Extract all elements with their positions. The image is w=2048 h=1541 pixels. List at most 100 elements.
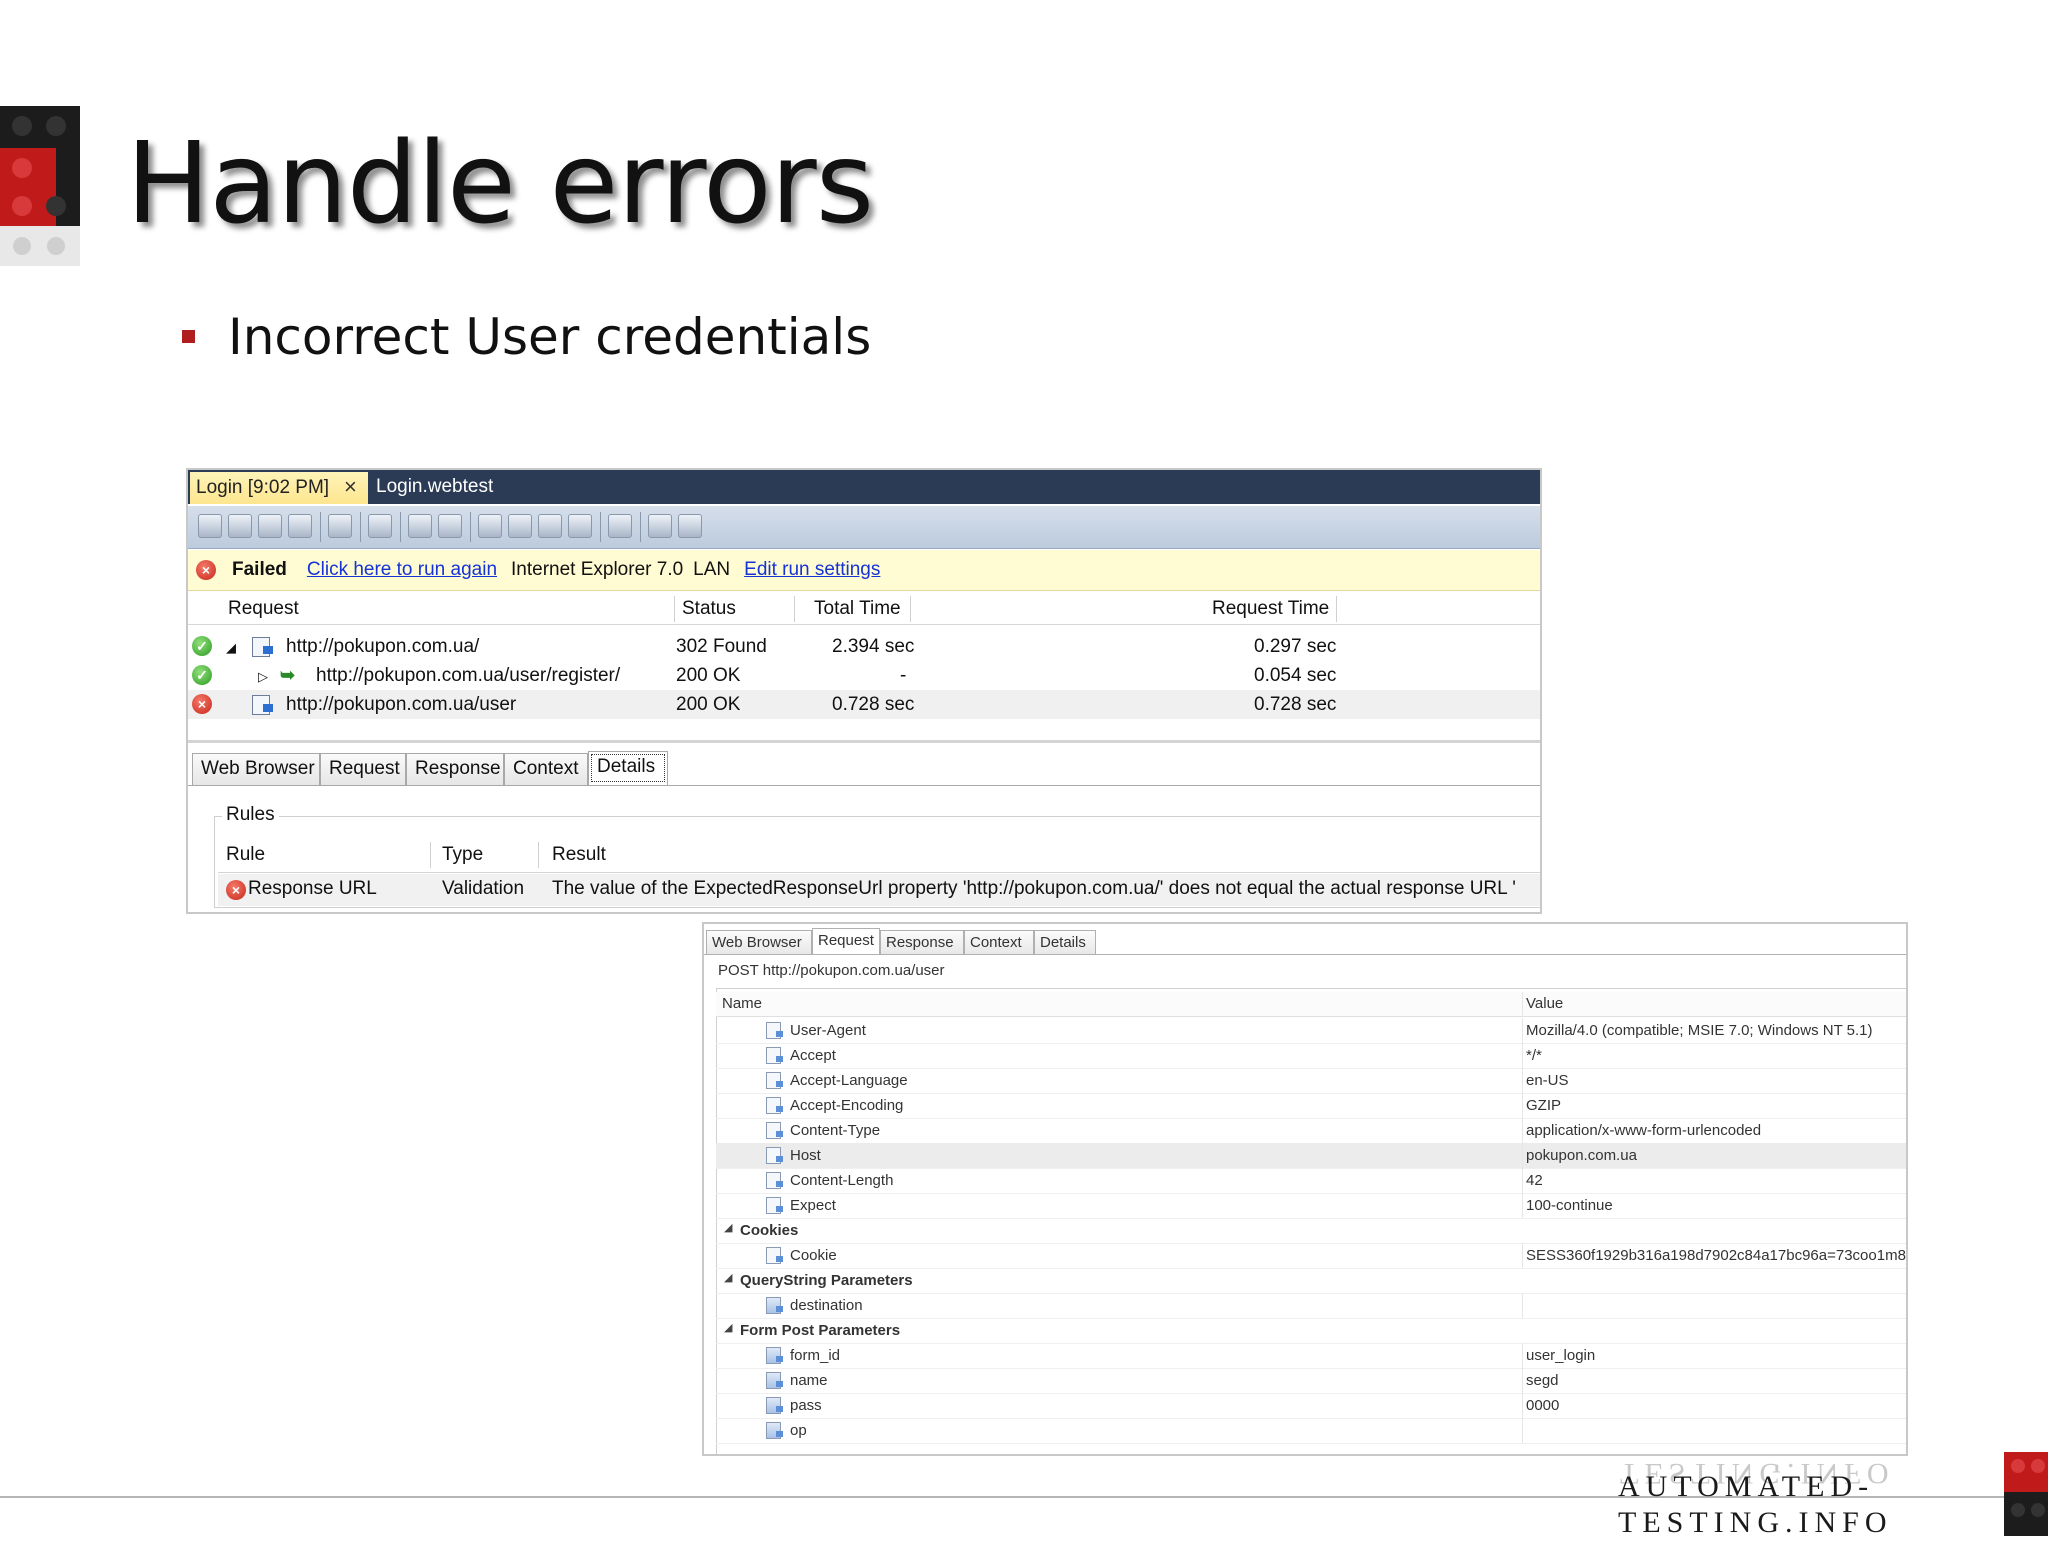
network-label: LAN bbox=[693, 559, 731, 580]
expand-icon[interactable] bbox=[408, 514, 432, 538]
collapse-arrow-icon[interactable]: ◢ bbox=[724, 1321, 732, 1334]
header-value: Mozilla/4.0 (compatible; MSIE 7.0; Windo… bbox=[1526, 1022, 1873, 1039]
group-querystring[interactable]: ◢ QueryString Parameters bbox=[716, 1268, 1906, 1294]
close-icon[interactable]: × bbox=[344, 474, 357, 500]
edit-run-settings-link[interactable]: Edit run settings bbox=[744, 559, 880, 581]
cookie-name: Cookie bbox=[790, 1247, 837, 1264]
slide-title: Handle errors bbox=[126, 119, 874, 249]
table-row[interactable]: ✓ ▷ ➥ http://pokupon.com.ua/user/registe… bbox=[188, 661, 1540, 690]
request-url: http://pokupon.com.ua/ bbox=[286, 636, 480, 657]
browser-label: Internet Explorer 7.0 bbox=[511, 559, 684, 580]
step-icon[interactable] bbox=[228, 514, 252, 538]
tab-context[interactable]: Context bbox=[504, 753, 588, 785]
passed-icon: ✓ bbox=[192, 636, 212, 656]
parameterize-icon[interactable] bbox=[678, 514, 702, 538]
tab-request[interactable]: Request bbox=[320, 753, 406, 785]
list-item[interactable]: Content-Type application/x-www-form-urle… bbox=[716, 1118, 1906, 1144]
list-item[interactable]: op bbox=[716, 1418, 1906, 1444]
tab-web-browser[interactable]: Web Browser bbox=[706, 930, 812, 954]
collapse-arrow-icon[interactable]: ◢ bbox=[226, 640, 236, 656]
request-time: 0.297 sec bbox=[1254, 636, 1337, 657]
run-icon[interactable] bbox=[198, 514, 222, 538]
tab-request[interactable]: Request bbox=[812, 928, 880, 955]
list-item[interactable]: destination bbox=[716, 1293, 1906, 1319]
tab-context[interactable]: Context bbox=[964, 930, 1034, 954]
timer-icon[interactable] bbox=[368, 514, 392, 538]
tab-login-result[interactable]: Login [9:02 PM] bbox=[190, 472, 368, 504]
pause-icon[interactable] bbox=[258, 514, 282, 538]
import-icon[interactable] bbox=[538, 514, 562, 538]
table-row[interactable]: × Response URL Validation The value of t… bbox=[218, 874, 1540, 906]
find-next-icon[interactable] bbox=[508, 514, 532, 538]
rule-result: The value of the ExpectedResponseUrl pro… bbox=[552, 878, 1516, 899]
list-item[interactable]: Host pokupon.com.ua bbox=[716, 1143, 1906, 1169]
list-item[interactable]: pass 0000 bbox=[716, 1393, 1906, 1419]
request-total-time: - bbox=[900, 665, 907, 686]
column-result[interactable]: Result bbox=[552, 844, 606, 866]
param-name: op bbox=[790, 1422, 807, 1439]
collapse-arrow-icon[interactable]: ◢ bbox=[724, 1221, 732, 1234]
parameter-icon bbox=[766, 1297, 783, 1314]
header-name: Accept-Encoding bbox=[790, 1097, 904, 1114]
column-status[interactable]: Status bbox=[682, 598, 736, 620]
export-icon[interactable] bbox=[568, 514, 592, 538]
list-item[interactable]: Accept-Language en-US bbox=[716, 1068, 1906, 1094]
header-doc-icon bbox=[766, 1122, 783, 1139]
table-row[interactable]: × http://pokupon.com.ua/user 200 OK 0.72… bbox=[188, 690, 1540, 719]
list-item[interactable]: Cookie SESS360f1929b316a198d7902c84a17bc… bbox=[716, 1243, 1906, 1269]
header-doc-icon bbox=[766, 1072, 783, 1089]
header-doc-icon bbox=[766, 1197, 783, 1214]
lego-corner-icon bbox=[2004, 1452, 2048, 1536]
rules-grid-header: Rule Type Result bbox=[218, 840, 1540, 873]
tab-login-webtest[interactable]: Login.webtest bbox=[376, 476, 493, 498]
stop-icon[interactable] bbox=[288, 514, 312, 538]
list-item[interactable]: Content-Length 42 bbox=[716, 1168, 1906, 1194]
collapse-icon[interactable] bbox=[438, 514, 462, 538]
find-icon[interactable] bbox=[478, 514, 502, 538]
tab-response[interactable]: Response bbox=[880, 930, 964, 954]
param-name: form_id bbox=[790, 1347, 841, 1364]
edit-icon[interactable] bbox=[328, 514, 352, 538]
list-item[interactable]: User-Agent Mozilla/4.0 (compatible; MSIE… bbox=[716, 1018, 1906, 1044]
group-form-post[interactable]: ◢ Form Post Parameters bbox=[716, 1318, 1906, 1344]
collapse-arrow-icon[interactable]: ◢ bbox=[724, 1271, 732, 1284]
list-item[interactable]: Accept-Encoding GZIP bbox=[716, 1093, 1906, 1119]
column-total-time[interactable]: Total Time bbox=[814, 598, 901, 620]
request-total-time: 0.728 sec bbox=[832, 694, 915, 715]
parameter-icon bbox=[766, 1347, 783, 1364]
column-request-time[interactable]: Request Time bbox=[1212, 598, 1329, 620]
column-request[interactable]: Request bbox=[228, 598, 299, 620]
column-value[interactable]: Value bbox=[1526, 995, 1563, 1012]
tab-response[interactable]: Response bbox=[406, 753, 504, 785]
list-item[interactable]: name segd bbox=[716, 1368, 1906, 1394]
brand-line-2: TESTING.INFO bbox=[1618, 1506, 1893, 1539]
column-rule[interactable]: Rule bbox=[226, 844, 265, 866]
list-item[interactable]: Accept */* bbox=[716, 1043, 1906, 1069]
header-name: Expect bbox=[790, 1197, 836, 1214]
failed-icon: × bbox=[196, 560, 216, 580]
list-item[interactable]: Expect 100-continue bbox=[716, 1193, 1906, 1219]
run-status-bar: × Failed Click here to run again Interne… bbox=[188, 550, 1540, 591]
rule-failed-icon: × bbox=[226, 880, 246, 900]
table-row[interactable]: ✓ ◢ http://pokupon.com.ua/ 302 Found 2.3… bbox=[188, 632, 1540, 661]
pane-splitter[interactable] bbox=[188, 740, 1540, 743]
run-again-link[interactable]: Click here to run again bbox=[307, 559, 497, 581]
add-request-icon[interactable] bbox=[608, 514, 632, 538]
parameter-icon bbox=[766, 1422, 783, 1439]
column-type[interactable]: Type bbox=[442, 844, 483, 866]
rules-group-label: Rules bbox=[222, 804, 279, 826]
expand-arrow-icon[interactable]: ▷ bbox=[258, 669, 268, 685]
list-item[interactable]: form_id user_login bbox=[716, 1343, 1906, 1369]
tab-details[interactable]: Details bbox=[588, 751, 668, 785]
header-value: GZIP bbox=[1526, 1097, 1562, 1114]
header-name: User-Agent bbox=[790, 1022, 866, 1039]
param-value: user_login bbox=[1526, 1347, 1596, 1364]
brand-line-1: AUTOMATED- bbox=[1618, 1470, 1875, 1503]
tab-web-browser[interactable]: Web Browser bbox=[192, 753, 320, 785]
column-name[interactable]: Name bbox=[722, 995, 762, 1012]
cookie-doc-icon bbox=[766, 1247, 783, 1264]
group-cookies[interactable]: ◢ Cookies bbox=[716, 1218, 1906, 1244]
generate-code-icon[interactable] bbox=[648, 514, 672, 538]
rule-type: Validation bbox=[442, 878, 525, 899]
tab-details[interactable]: Details bbox=[1034, 930, 1096, 954]
